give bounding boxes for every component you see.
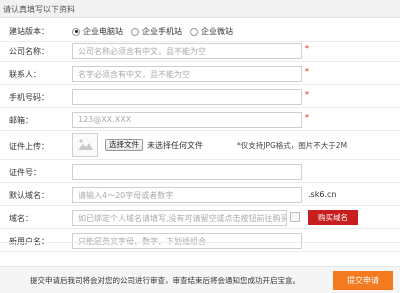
radio-mobile-site[interactable]: 企业手机站 (131, 26, 182, 37)
radio-mobile-site-label: 企业手机站 (142, 27, 182, 36)
form-footer: 提交申请后我司将会对您的公司进行审查，审查结束后将会通知您成功开启宝盒。 提交申… (0, 266, 400, 293)
contact-required-mark: * (305, 67, 309, 76)
row-password-visible (0, 220, 400, 243)
row-default-domain: 默认域名： 请输入4～20字母或者数字 .sk6.cn (0, 183, 400, 206)
image-placeholder-icon (72, 133, 98, 157)
default-domain-label: 默认域名： (9, 191, 49, 200)
cert-number-label: 证件号： (9, 168, 41, 177)
phone-required-mark: * (305, 90, 309, 99)
radio-pc-site[interactable]: 企业电脑站 (72, 26, 123, 37)
upload-format-note: *仅支持JPG格式，图片不大于2M (237, 141, 348, 150)
row-email: 邮箱： 123@XX.XXX * (0, 108, 400, 131)
radio-mobile-site-circle[interactable] (131, 27, 139, 36)
radio-micro-site-circle[interactable] (190, 27, 198, 36)
company-name-required-mark: * (305, 44, 309, 53)
phone-label: 手机号码： (9, 93, 49, 102)
contact-input[interactable]: 名字必须含有中文，且不能为空 (72, 66, 302, 82)
footer-review-note: 提交申请后我司将会对您的公司进行审查，审查结束后将会通知您成功开启宝盒。 (30, 276, 300, 285)
no-file-chosen-text: 未选择任何文件 (147, 141, 203, 150)
row-phone: 手机号码： * (0, 85, 400, 108)
radio-pc-site-circle[interactable] (72, 27, 80, 36)
row-contact: 联系人： 名字必须含有中文，且不能为空 * (0, 62, 400, 85)
email-required-mark: * (305, 113, 309, 122)
email-label: 邮箱： (9, 116, 33, 125)
row-company-name: 公司名称： 公司名称必须含有中文，且不能为空 * (0, 39, 400, 62)
site-version-label: 建站版本： (9, 27, 49, 36)
radio-pc-site-label: 企业电脑站 (83, 27, 123, 36)
form-header: 请认真填写以下资料 (0, 0, 400, 18)
site-version-radio-group: 企业电脑站 企业手机站 企业微站 (72, 26, 233, 37)
row-cert-number: 证件号： (0, 160, 400, 183)
phone-input[interactable] (72, 89, 302, 105)
radio-micro-site-label: 企业微站 (201, 27, 233, 36)
email-input[interactable]: 123@XX.XXX (72, 112, 302, 128)
choose-file-button[interactable]: 选择文件 (105, 139, 143, 151)
default-domain-input[interactable]: 请输入4～20字母或者数字 (72, 187, 302, 203)
company-name-label: 公司名称： (9, 47, 49, 56)
submit-application-button[interactable]: 提交申请 (333, 271, 393, 290)
row-certificate-upload: 证件上传： 选择文件 未选择任何文件 *仅支持JPG格式，图片不大于2M (0, 131, 400, 160)
contact-label: 联系人： (9, 70, 41, 79)
domain-suffix: .sk6.cn (308, 190, 337, 199)
form-header-title: 请认真填写以下资料 (3, 5, 75, 14)
radio-micro-site[interactable]: 企业微站 (190, 26, 233, 37)
certificate-label: 证件上传： (9, 142, 49, 151)
company-name-input[interactable]: 公司名称必须含有中文，且不能为空 (72, 43, 302, 59)
cert-number-input[interactable] (72, 164, 302, 180)
